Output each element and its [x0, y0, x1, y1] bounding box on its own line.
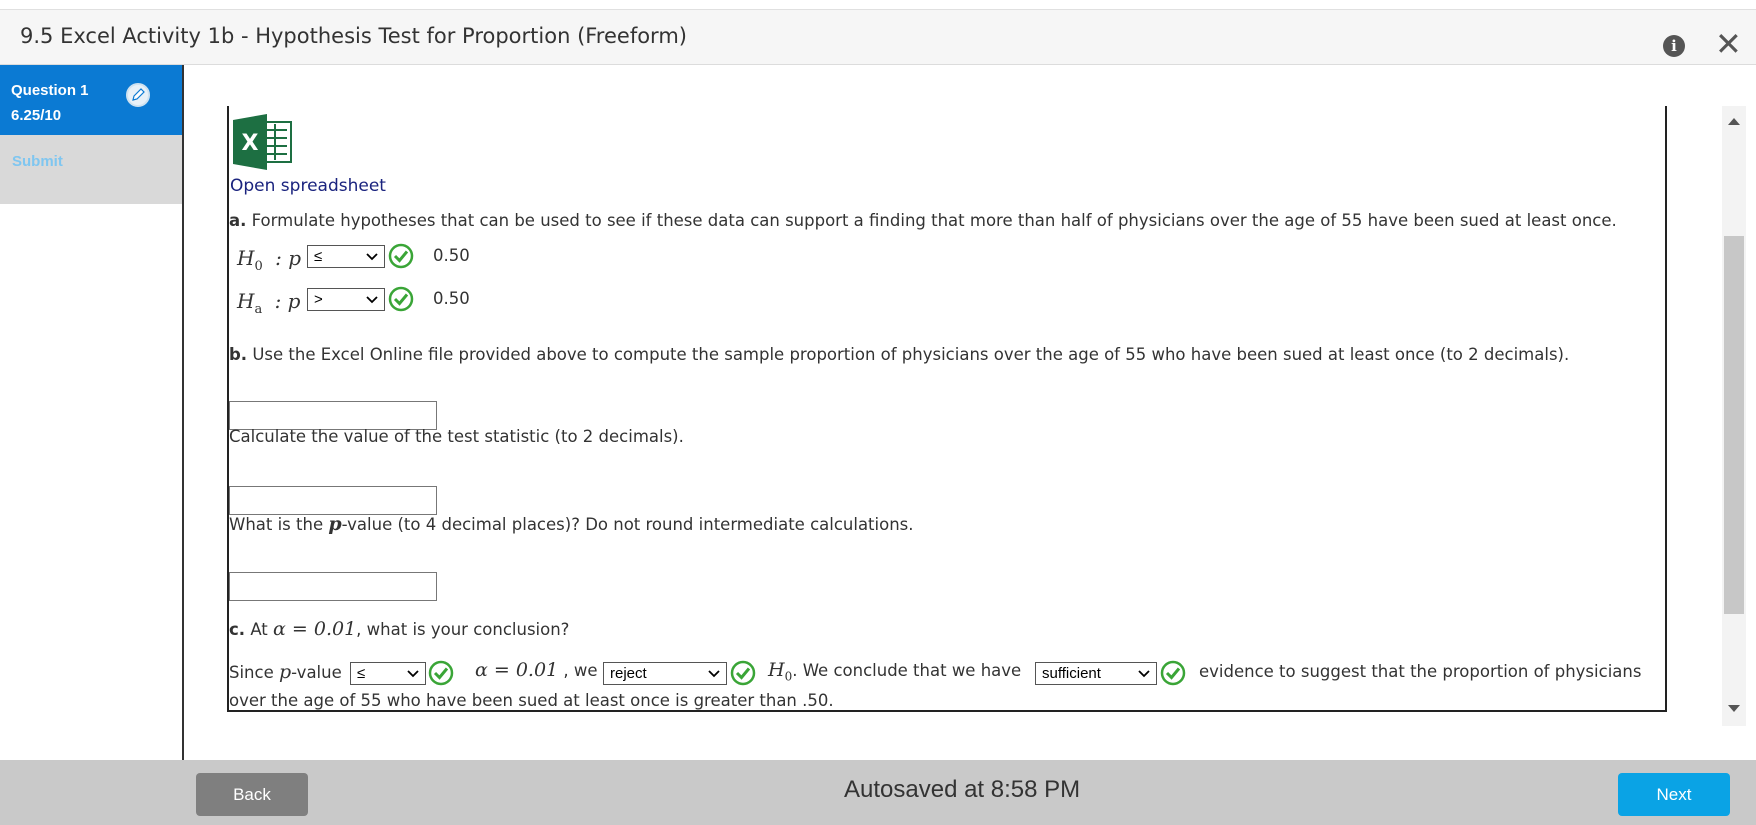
conclusion-rest-1: evidence to suggest that the proportion …: [1199, 662, 1642, 681]
question-sidebar: Question 1 6.25/10 Submit: [0, 65, 184, 760]
part-c-prompt: c. At α = 0.01, what is your conclusion?: [229, 618, 569, 640]
chevron-down-icon: [708, 670, 720, 678]
activity-title: 9.5 Excel Activity 1b - Hypothesis Test …: [20, 24, 687, 48]
title-bar: 9.5 Excel Activity 1b - Hypothesis Test …: [0, 9, 1756, 65]
evidence-select[interactable]: sufficient: [1035, 662, 1157, 685]
scrollbar-thumb[interactable]: [1724, 236, 1744, 614]
conclusion-h0-symbol: H: [768, 659, 785, 681]
test-statistic-prompt: Calculate the value of the test statisti…: [229, 427, 684, 446]
since-value-word: -value: [291, 663, 342, 682]
h0-value: 0.50: [433, 246, 470, 265]
ha-colon-p: : p: [274, 289, 301, 313]
h0-operator-value: ≤: [314, 248, 323, 265]
part-c-letter: c.: [229, 620, 246, 639]
question-label: Question 1: [11, 82, 89, 99]
correct-check-icon: [1160, 660, 1186, 686]
part-b-prompt: b. Use the Excel Online file provided ab…: [229, 345, 1569, 364]
pvalue-var: p: [328, 513, 342, 535]
footer-bar: Back Autosaved at 8:58 PM Next: [0, 760, 1756, 825]
since-word: Since: [229, 663, 274, 682]
since-p-var: p: [279, 661, 292, 683]
part-c-at: At: [250, 620, 268, 639]
part-c-question: , what is your conclusion?: [356, 620, 570, 639]
decision-select[interactable]: reject: [603, 662, 727, 685]
h0-operator-select[interactable]: ≤: [307, 245, 385, 268]
conclusion-h0: H0. We conclude that we have: [768, 659, 1021, 683]
pvalue-operator-select[interactable]: ≤: [350, 662, 426, 685]
h0-symbol: H: [237, 246, 255, 270]
autosave-status: Autosaved at 8:58 PM: [844, 776, 1081, 803]
svg-text:X: X: [242, 131, 259, 156]
conclusion-we: , we: [563, 661, 598, 680]
part-a-letter: a.: [229, 211, 247, 230]
part-c-alpha: α = 0.01: [273, 618, 357, 640]
ha-subscript: a: [254, 302, 263, 317]
pvalue-input[interactable]: [229, 572, 437, 601]
evidence-value: sufficient: [1042, 665, 1101, 682]
ha-symbol: H: [237, 289, 255, 313]
sidebar-item-question-1[interactable]: Question 1 6.25/10: [0, 65, 182, 135]
chevron-down-icon: [1138, 670, 1150, 678]
correct-check-icon: [730, 660, 756, 686]
chevron-down-icon: [366, 296, 378, 304]
sample-proportion-input[interactable]: [229, 401, 437, 430]
next-button[interactable]: Next: [1618, 773, 1730, 816]
conclusion-alpha-we: α = 0.01 , we: [475, 659, 598, 681]
scroll-down-icon[interactable]: [1726, 702, 1742, 716]
h0-subscript: 0: [254, 259, 263, 274]
back-button[interactable]: Back: [196, 773, 308, 816]
part-b-text: Use the Excel Online file provided above…: [252, 345, 1570, 364]
part-a-prompt: a. Formulate hypotheses that can be used…: [229, 211, 1617, 230]
pvalue-post: -value (to 4 decimal places)? Do not rou…: [341, 515, 914, 534]
chevron-down-icon: [366, 253, 378, 261]
pvalue-pre: What is the: [229, 515, 329, 534]
conclusion-alpha: α = 0.01: [475, 659, 559, 681]
close-icon[interactable]: ✕: [1715, 26, 1743, 62]
open-spreadsheet-link[interactable]: Open spreadsheet: [230, 176, 386, 196]
excel-icon[interactable]: X: [231, 114, 297, 170]
h0-colon-p: : p: [275, 246, 301, 270]
question-frame: X Open spreadsheet a. Formulate hypothes…: [227, 106, 1667, 712]
pvalue-operator-value: ≤: [357, 665, 366, 682]
conclusion-rest-2: over the age of 55 who have been sued at…: [229, 691, 834, 710]
h0-row: H0 : p: [237, 246, 301, 274]
pencil-check-icon: [126, 83, 150, 107]
ha-operator-value: >: [314, 291, 323, 308]
correct-check-icon: [388, 243, 414, 269]
scroll-up-icon[interactable]: [1726, 114, 1742, 128]
correct-check-icon: [428, 660, 454, 686]
info-icon[interactable]: i: [1663, 35, 1685, 57]
ha-row: Ha : p: [237, 289, 300, 317]
test-statistic-input[interactable]: [229, 486, 437, 515]
correct-check-icon: [388, 286, 414, 312]
content-scrollbar[interactable]: [1722, 106, 1746, 726]
submit-label: Submit: [12, 153, 63, 170]
part-a-text: Formulate hypotheses that can be used to…: [251, 211, 1617, 230]
pvalue-prompt: What is the p-value (to 4 decimal places…: [229, 513, 914, 535]
conclusion-conclude: . We conclude that we have: [792, 661, 1022, 680]
ha-operator-select[interactable]: >: [307, 288, 385, 311]
question-score: 6.25/10: [11, 107, 62, 124]
decision-value: reject: [610, 665, 647, 682]
conclusion-since: Since p-value: [229, 661, 342, 683]
ha-value: 0.50: [433, 289, 470, 308]
chevron-down-icon: [407, 670, 419, 678]
part-b-letter: b.: [229, 345, 248, 364]
submit-button[interactable]: Submit: [0, 135, 182, 204]
